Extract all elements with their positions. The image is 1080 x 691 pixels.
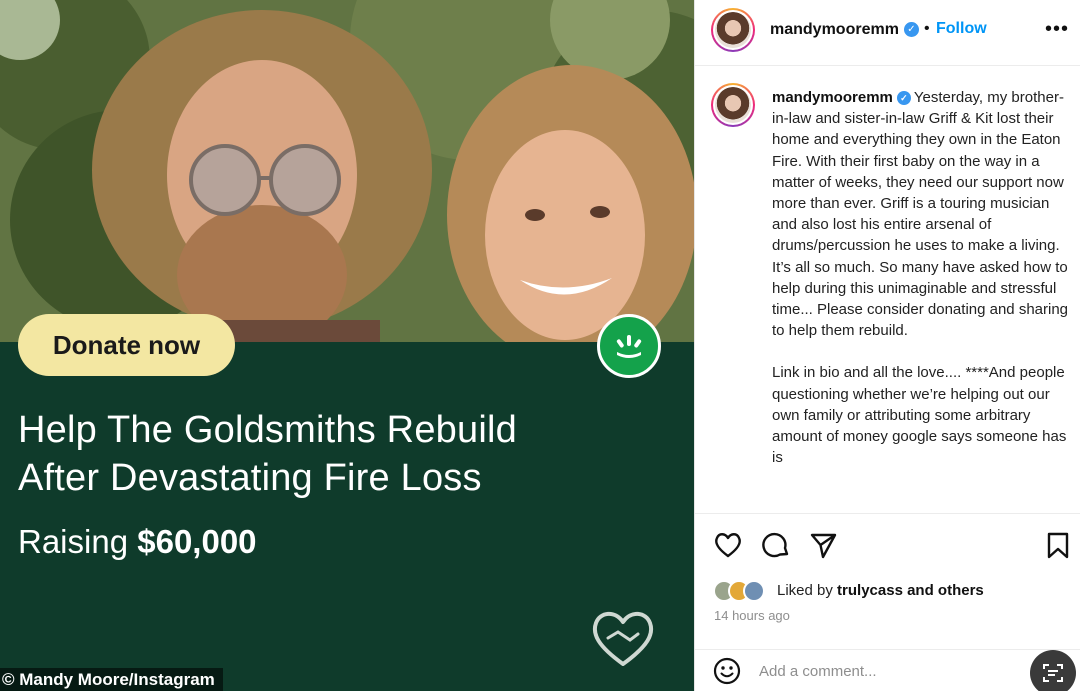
donate-now-button[interactable]: Donate now (18, 314, 235, 376)
caption-paragraph-2: Link in bio and all the love.... ****And… (772, 364, 1067, 467)
comment-icon[interactable] (761, 530, 791, 560)
post-actions: Liked by trulycass and others 14 hours a… (695, 513, 1080, 649)
send-icon[interactable] (808, 530, 838, 560)
raising-amount: $60,000 (137, 523, 257, 560)
campaign-title-line-1: Help The Goldsmiths Rebuild (18, 409, 517, 451)
comment-bar (695, 649, 1080, 691)
post-header: mandymooremm ✓ • Follow ••• (695, 0, 1080, 66)
raising-goal: Raising $60,000 (18, 523, 257, 561)
heart-icon[interactable] (713, 530, 743, 560)
gofundme-logo-icon (597, 314, 661, 378)
liked-by-text[interactable]: Liked by trulycass and others (777, 582, 984, 599)
campaign-title-line-2: After Devastating Fire Loss (18, 457, 482, 499)
caption-area: mandymooremm ✓ Yesterday, my brother-in-la… (695, 67, 1080, 513)
couple-photo (0, 0, 694, 342)
caption-username[interactable]: mandymooremm (772, 89, 893, 106)
lens-icon[interactable] (1030, 650, 1076, 691)
post-panel: mandymooremm ✓ • Follow ••• mandymooremm… (694, 0, 1080, 691)
more-options-icon[interactable]: ••• (1045, 18, 1069, 41)
post-media: Donate now Help The Goldsmiths Rebuild A… (0, 0, 694, 691)
liked-by-user[interactable]: trulycass (837, 582, 903, 599)
avatar[interactable] (711, 8, 755, 52)
photo-credit: © Mandy Moore/Instagram (0, 668, 223, 691)
follow-button[interactable]: Follow (936, 20, 987, 38)
verified-icon: ✓ (896, 91, 911, 105)
bookmark-icon[interactable] (1043, 530, 1073, 560)
comment-input[interactable] (759, 658, 1019, 684)
caption-avatar[interactable] (711, 83, 755, 127)
separator-dot: • (924, 20, 930, 37)
campaign-title: Help The Goldsmiths Rebuild After Devast… (18, 406, 658, 502)
emoji-icon[interactable] (713, 657, 741, 685)
post-timestamp[interactable]: 14 hours ago (714, 608, 790, 623)
raising-label: Raising (18, 523, 129, 560)
liked-by-prefix: Liked by (777, 582, 833, 599)
heart-handshake-icon (590, 608, 656, 668)
avatar (743, 580, 765, 602)
post-username[interactable]: mandymooremm (770, 21, 899, 39)
verified-icon: ✓ (904, 22, 919, 37)
caption-paragraph-1: Yesterday, my brother-in-law and sister-… (772, 89, 1069, 340)
liked-by-suffix[interactable]: and others (907, 582, 984, 599)
caption-text: mandymooremm ✓ Yesterday, my brother-in-la… (772, 87, 1072, 468)
